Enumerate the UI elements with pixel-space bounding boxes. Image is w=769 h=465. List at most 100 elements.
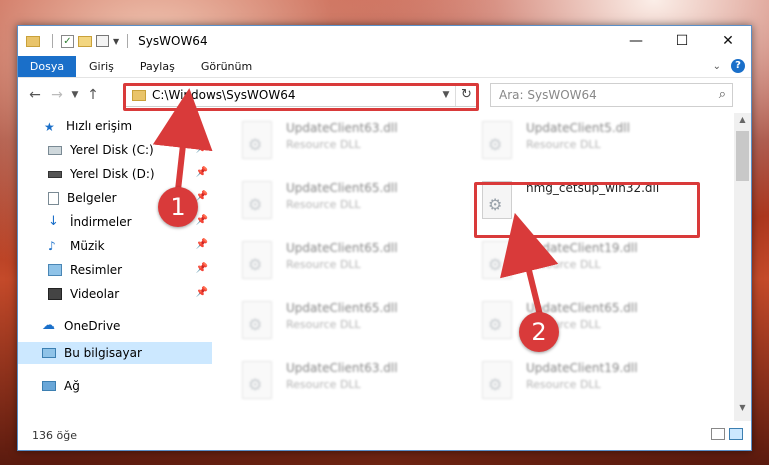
file-item[interactable]: ⚙ UpdateClient5.dll Resource DLL xyxy=(480,121,680,171)
new-folder-icon[interactable] xyxy=(78,35,92,47)
file-name: UpdateClient63.dll xyxy=(286,361,398,375)
dll-file-icon: ⚙ xyxy=(240,121,276,161)
dll-file-icon: ⚙ xyxy=(480,241,516,281)
file-highlight-box xyxy=(474,182,700,238)
sidebar-item-music[interactable]: ♪ Müzik 📌 xyxy=(18,235,212,257)
maximize-button[interactable]: ☐ xyxy=(659,26,705,56)
forward-button[interactable]: → xyxy=(46,87,68,103)
dll-file-icon: ⚙ xyxy=(240,241,276,281)
separator xyxy=(127,34,129,48)
sidebar-item-pictures[interactable]: Resimler 📌 xyxy=(18,259,212,281)
file-name: UpdateClient19.dll xyxy=(526,241,638,255)
drive-icon xyxy=(48,170,62,178)
music-icon: ♪ xyxy=(48,239,56,253)
properties-check-icon[interactable]: ✓ xyxy=(61,34,74,48)
file-name: UpdateClient5.dll xyxy=(526,121,630,135)
sidebar-item-label: Müzik xyxy=(70,239,105,253)
search-icon[interactable]: ⌕ xyxy=(719,87,726,102)
tab-view[interactable]: Görünüm xyxy=(188,56,265,77)
view-switcher xyxy=(711,428,743,440)
sidebar-item-label: Hızlı erişim xyxy=(66,119,133,133)
pin-icon[interactable]: 📌 xyxy=(196,191,208,202)
sidebar-item-this-pc[interactable]: Bu bilgisayar xyxy=(18,342,212,364)
details-view-icon[interactable] xyxy=(711,428,725,440)
pin-icon[interactable]: 📌 xyxy=(196,167,208,178)
ribbon-tabs: Dosya Giriş Paylaş Görünüm ⌄ ? xyxy=(18,56,751,78)
file-type: Resource DLL xyxy=(526,378,601,391)
file-item[interactable]: ⚙ UpdateClient63.dll Resource DLL xyxy=(240,361,440,411)
file-item[interactable]: ⚙ UpdateClient63.dll Resource DLL xyxy=(240,121,440,171)
file-name: UpdateClient65.dll xyxy=(286,181,398,195)
file-name: UpdateClient65.dll xyxy=(286,241,398,255)
recent-locations-icon[interactable]: ▼ xyxy=(68,90,82,100)
videos-icon xyxy=(48,288,62,300)
dll-file-icon: ⚙ xyxy=(240,361,276,401)
close-button[interactable]: ✕ xyxy=(705,26,751,56)
sidebar-item-label: Ağ xyxy=(64,379,80,393)
properties-icon[interactable] xyxy=(96,35,109,47)
minimize-button[interactable]: — xyxy=(613,26,659,56)
scroll-down-icon[interactable]: ▼ xyxy=(734,403,751,419)
customize-toolbar-icon[interactable]: ▼ xyxy=(113,37,119,46)
folder-icon xyxy=(26,35,40,47)
status-bar: 136 öğe xyxy=(18,420,751,450)
sidebar-item-drive-c[interactable]: Yerel Disk (C:) 📌 xyxy=(18,139,212,161)
dll-file-icon: ⚙ xyxy=(480,121,516,161)
file-item[interactable]: ⚙ UpdateClient65.dll Resource DLL xyxy=(240,181,440,231)
scroll-up-icon[interactable]: ▲ xyxy=(734,115,751,131)
search-input[interactable]: Ara: SysWOW64 ⌕ xyxy=(490,83,733,107)
file-name: UpdateClient19.dll xyxy=(526,361,638,375)
file-item[interactable]: ⚙ UpdateClient65.dll Resource DLL xyxy=(240,241,440,291)
file-type: Resource DLL xyxy=(526,138,601,151)
sidebar-item-label: Bu bilgisayar xyxy=(64,346,142,360)
file-item[interactable]: ⚙ UpdateClient19.dll Resource DLL xyxy=(480,361,680,411)
sidebar-item-videos[interactable]: Videolar 📌 xyxy=(18,283,212,305)
network-icon xyxy=(42,381,56,391)
window-title: SysWOW64 xyxy=(138,34,208,48)
pin-icon[interactable]: 📌 xyxy=(196,143,208,154)
pin-icon[interactable]: 📌 xyxy=(196,215,208,226)
search-placeholder: Ara: SysWOW64 xyxy=(499,88,597,102)
cloud-icon: ☁ xyxy=(42,318,55,333)
file-item[interactable]: ⚙ UpdateClient19.dll Resource DLL xyxy=(480,241,680,291)
pin-icon[interactable]: 📌 xyxy=(196,239,208,250)
back-button[interactable]: ← xyxy=(24,87,46,103)
dll-file-icon: ⚙ xyxy=(240,301,276,341)
pin-icon[interactable]: 📌 xyxy=(196,263,208,274)
file-type: Resource DLL xyxy=(286,198,361,211)
sidebar-item-label: Belgeler xyxy=(67,191,117,205)
callout-1: 1 xyxy=(158,187,198,227)
callout-2: 2 xyxy=(519,312,559,352)
download-icon: ↓ xyxy=(48,214,59,229)
sidebar-item-network[interactable]: Ağ xyxy=(18,375,212,397)
documents-icon xyxy=(48,191,59,205)
tab-share[interactable]: Paylaş xyxy=(127,56,188,77)
file-name: UpdateClient63.dll xyxy=(286,121,398,135)
dll-file-icon: ⚙ xyxy=(480,301,516,341)
up-button[interactable]: ↑ xyxy=(82,87,104,103)
expand-ribbon-icon[interactable]: ⌄ xyxy=(713,61,721,72)
sidebar-item-label: Yerel Disk (C:) xyxy=(70,143,154,157)
sidebar-item-label: İndirmeler xyxy=(70,215,132,229)
ribbon-right: ⌄ ? xyxy=(713,59,745,73)
item-count: 136 öğe xyxy=(32,428,77,442)
file-name: UpdateClient65.dll xyxy=(286,301,398,315)
file-type: Resource DLL xyxy=(286,258,361,271)
scroll-thumb[interactable] xyxy=(736,131,749,181)
sidebar-item-drive-d[interactable]: Yerel Disk (D:) 📌 xyxy=(18,163,212,185)
tab-file[interactable]: Dosya xyxy=(18,56,76,77)
star-icon: ★ xyxy=(44,120,55,134)
pin-icon[interactable]: 📌 xyxy=(196,287,208,298)
file-item[interactable]: ⚙ UpdateClient65.dll Resource DLL xyxy=(480,301,680,351)
file-item[interactable]: ⚙ UpdateClient65.dll Resource DLL xyxy=(240,301,440,351)
pictures-icon xyxy=(48,264,62,276)
large-icons-view-icon[interactable] xyxy=(729,428,743,440)
help-icon[interactable]: ? xyxy=(731,59,745,73)
sidebar-item-label: Videolar xyxy=(70,287,120,301)
file-type: Resource DLL xyxy=(286,138,361,151)
separator xyxy=(52,34,53,48)
sidebar-item-quick-access[interactable]: ★ Hızlı erişim xyxy=(18,115,212,137)
tab-home[interactable]: Giriş xyxy=(76,56,127,77)
sidebar-item-onedrive[interactable]: ☁ OneDrive xyxy=(18,315,212,337)
vertical-scrollbar[interactable]: ▲ ▼ xyxy=(734,113,751,421)
